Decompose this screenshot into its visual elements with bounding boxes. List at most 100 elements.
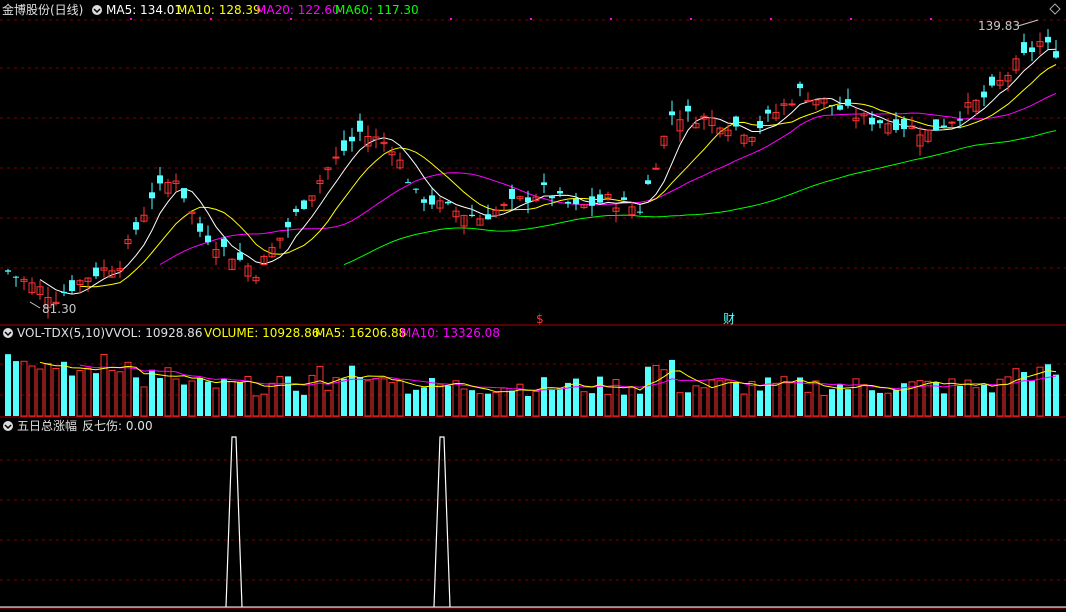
indicator-value: 反七伤: 0.00 (82, 419, 153, 433)
indicator-spike (225, 436, 243, 608)
ma10-label: MA10: 128.39 (177, 3, 261, 17)
candle-body (948, 121, 956, 124)
volume-bar (1029, 380, 1035, 416)
volume-bar (140, 386, 148, 417)
volume-bar (268, 382, 276, 417)
volume-bar (436, 384, 444, 417)
volume-bars (5, 353, 1059, 417)
volume-bar (124, 361, 132, 417)
finance-marker[interactable]: 财 (723, 312, 735, 326)
ma20-label: MA20: 122.60 (256, 3, 340, 17)
volume-bar (460, 388, 468, 417)
volume-bar (93, 373, 99, 416)
volume-bar (237, 381, 243, 416)
volume-bar (724, 379, 732, 417)
volume-bar (628, 387, 636, 417)
settings-diamond-icon[interactable] (1049, 3, 1061, 15)
volume-bar (276, 376, 284, 417)
volume-bar (28, 365, 36, 417)
volume-collapse-icon[interactable] (3, 328, 13, 338)
volume-bar (396, 380, 404, 417)
stock-title: 金博股份(日线) (2, 2, 83, 17)
volume-bar (500, 387, 508, 417)
candle-body (652, 167, 660, 170)
candle-body (357, 120, 363, 132)
volume-bar (549, 388, 555, 416)
candle-body (1021, 42, 1027, 54)
volume-bar (445, 385, 451, 416)
volume-bar (316, 365, 324, 417)
volume-bar (692, 385, 700, 417)
indicator-collapse-icon[interactable] (3, 421, 13, 431)
indicator-name: 五日总涨幅 (17, 418, 77, 433)
volume-bar (621, 394, 627, 416)
dividend-marker[interactable]: $ (536, 312, 544, 326)
ma60-label: MA60: 117.30 (335, 3, 419, 17)
candle-body (901, 118, 907, 130)
volume-bar (669, 359, 675, 416)
high-arrow-icon (1017, 19, 1039, 27)
volume-bar (869, 390, 875, 416)
volume-bar (476, 393, 484, 417)
volume-indicator-name: VOL-TDX(5,10) (17, 326, 105, 340)
collapse-icon[interactable] (92, 5, 102, 15)
candle-body (149, 192, 155, 199)
volume-bar (733, 382, 739, 416)
main-header: 金博股份(日线) MA5: 134.01 MA10: 128.39 MA20: … (2, 2, 419, 17)
volume-bar (957, 385, 963, 416)
volume-bar (485, 393, 491, 416)
candle-body (957, 119, 963, 121)
candle-body (788, 103, 796, 106)
volume-bar (197, 377, 203, 416)
volume-bar (757, 390, 763, 416)
volume-bar (492, 391, 500, 417)
volume-bar (604, 393, 612, 417)
volume-bar (69, 375, 75, 416)
candle-body (541, 182, 547, 186)
volume-bar (260, 393, 268, 417)
volume-bar (172, 378, 180, 417)
top-marker-dot (930, 18, 932, 20)
volume-bar (357, 377, 363, 416)
volume-bar (1012, 368, 1020, 417)
volume-bar (765, 377, 771, 416)
volume-bar (349, 365, 355, 416)
volume-bar (221, 378, 227, 416)
candle-body (293, 208, 299, 213)
volume-bar (740, 393, 748, 417)
volume-bar (772, 382, 780, 417)
volume-bar (589, 393, 595, 416)
volume-bar (597, 376, 603, 416)
volume-bar (108, 369, 116, 417)
moving-average-lines (39, 48, 1057, 295)
volume-bar (941, 393, 947, 416)
volume-bar (405, 393, 411, 416)
low-price-label: 81.30 (42, 302, 76, 316)
candle-body (733, 116, 739, 127)
candle-body (1053, 51, 1059, 58)
candle-body (1045, 36, 1051, 43)
volume-bar (557, 387, 563, 416)
volume-bar (652, 364, 660, 417)
candle-body (669, 111, 675, 116)
high-price-label: 139.83 (978, 19, 1020, 33)
volume-bar (933, 382, 939, 416)
volume-header: VOL-TDX(5,10) VVOL: 10928.86 VOLUME: 109… (3, 326, 500, 340)
candle-body (205, 235, 211, 243)
grid-lines (0, 18, 1066, 581)
volume-bar (877, 392, 883, 416)
volume-bar (5, 354, 11, 416)
volume-bar (188, 380, 196, 417)
candle-body (332, 156, 340, 159)
candle-body (877, 120, 883, 124)
candle-body (61, 291, 67, 293)
stock-chart[interactable]: 金博股份(日线) MA5: 134.01 MA10: 128.39 MA20: … (0, 0, 1066, 612)
volume-bar (452, 380, 460, 417)
volume-bar (244, 375, 252, 417)
candle-body (933, 119, 939, 131)
volume-bar (149, 369, 155, 416)
top-marker-dot (290, 18, 292, 20)
candle-body (765, 109, 771, 114)
volume-bar (1045, 364, 1051, 416)
volume-bar (1036, 366, 1044, 417)
